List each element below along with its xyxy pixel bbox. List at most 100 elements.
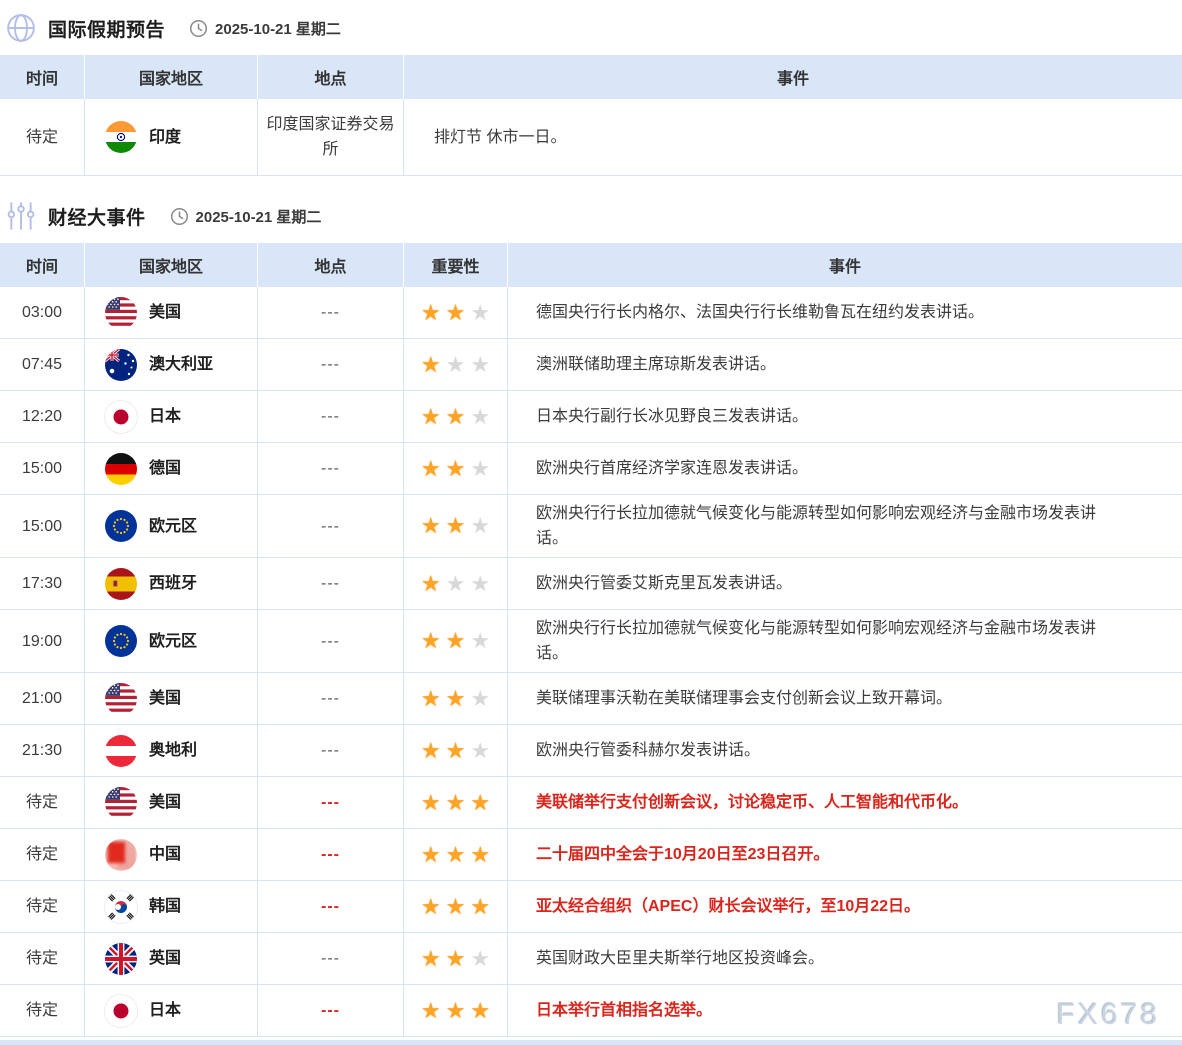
country-name: 中国 bbox=[149, 842, 181, 867]
event-time: 15:00 bbox=[0, 443, 85, 494]
star-empty-icon: ★ bbox=[470, 948, 490, 970]
country-flag-icon bbox=[105, 349, 137, 381]
event-location: --- bbox=[258, 558, 404, 609]
events-table-header: 时间 国家地区 地点 重要性 事件 bbox=[0, 243, 1182, 287]
country-name: 澳大利亚 bbox=[149, 352, 213, 377]
event-row[interactable]: 待定美国---★★★美联储举行支付创新会议，讨论稳定币、人工智能和代币化。 bbox=[0, 777, 1182, 829]
event-country: 美国 bbox=[85, 287, 258, 338]
holiday-row[interactable]: 待定 印度 印度国家证券交易所 排灯节 休市一日。 bbox=[0, 99, 1182, 176]
event-row[interactable]: 待定 中国 ---★★★二十届四中全会于10月20日至23日召开。 bbox=[0, 829, 1182, 881]
event-text: 德国央行行长内格尔、法国央行行长维勒鲁瓦在纽约发表讲话。 bbox=[508, 287, 1182, 338]
country-flag-icon bbox=[105, 683, 137, 715]
event-text: 美联储理事沃勒在美联储理事会支付创新会议上致开幕词。 bbox=[508, 673, 1182, 724]
country-name: 日本 bbox=[149, 404, 181, 429]
star-filled-icon: ★ bbox=[421, 515, 441, 537]
importance-stars: ★★★ bbox=[404, 777, 508, 828]
event-row[interactable]: 21:30奥地利---★★★欧洲央行管委科赫尔发表讲话。 bbox=[0, 725, 1182, 777]
country-flag-icon bbox=[105, 839, 137, 871]
holiday-location: 印度国家证券交易所 bbox=[258, 99, 404, 175]
country-flag-icon bbox=[105, 735, 137, 767]
event-location: --- bbox=[258, 287, 404, 338]
star-filled-icon: ★ bbox=[446, 740, 466, 762]
country-flag-icon bbox=[105, 568, 137, 600]
event-text: 二十届四中全会于10月20日至23日召开。 bbox=[508, 829, 1182, 880]
event-time: 21:30 bbox=[0, 725, 85, 776]
event-time: 待定 bbox=[0, 985, 85, 1036]
event-text: 亚太经合组织（APEC）财长会议举行，至10月22日。 bbox=[508, 881, 1182, 932]
event-time: 07:45 bbox=[0, 339, 85, 390]
event-row[interactable]: 15:00欧元区---★★★欧洲央行行长拉加德就气候变化与能源转型如何影响宏观经… bbox=[0, 495, 1182, 558]
event-time: 待定 bbox=[0, 777, 85, 828]
country-flag-icon bbox=[105, 453, 137, 485]
event-row[interactable]: 待定英国---★★★英国财政大臣里夫斯举行地区投资峰会。 bbox=[0, 933, 1182, 985]
star-filled-icon: ★ bbox=[421, 792, 441, 814]
event-location: --- bbox=[258, 495, 404, 557]
col-event: 事件 bbox=[404, 55, 1182, 99]
star-filled-icon: ★ bbox=[421, 948, 441, 970]
event-location: --- bbox=[258, 829, 404, 880]
importance-stars: ★★★ bbox=[404, 391, 508, 442]
event-country: 美国 bbox=[85, 777, 258, 828]
events-date: 2025-10-21 星期二 bbox=[170, 206, 322, 227]
event-country: 西班牙 bbox=[85, 558, 258, 609]
star-empty-icon: ★ bbox=[470, 354, 490, 376]
event-text: 欧洲央行行长拉加德就气候变化与能源转型如何影响宏观经济与金融市场发表讲话。 bbox=[508, 495, 1182, 557]
star-filled-icon: ★ bbox=[421, 458, 441, 480]
clock-icon bbox=[170, 207, 189, 226]
event-text: 美联储举行支付创新会议，讨论稳定币、人工智能和代币化。 bbox=[508, 777, 1182, 828]
star-filled-icon: ★ bbox=[446, 302, 466, 324]
holiday-event: 排灯节 休市一日。 bbox=[404, 99, 1182, 175]
watermark: FX678 bbox=[1057, 998, 1160, 1032]
events-date-text: 2025-10-21 星期二 bbox=[196, 206, 322, 227]
country-name: 西班牙 bbox=[149, 571, 197, 596]
holiday-table-header: 时间 国家地区 地点 事件 bbox=[0, 55, 1182, 99]
country-flag-icon bbox=[105, 625, 137, 657]
importance-stars: ★★★ bbox=[404, 829, 508, 880]
event-time: 15:00 bbox=[0, 495, 85, 557]
star-empty-icon: ★ bbox=[470, 302, 490, 324]
country-name: 韩国 bbox=[149, 894, 181, 919]
events-section-title: 财经大事件 bbox=[48, 203, 146, 230]
event-location: --- bbox=[258, 725, 404, 776]
event-country: 韩国 bbox=[85, 881, 258, 932]
event-country: 欧元区 bbox=[85, 495, 258, 557]
event-row[interactable]: 21:00美国---★★★美联储理事沃勒在美联储理事会支付创新会议上致开幕词。 bbox=[0, 673, 1182, 725]
star-filled-icon: ★ bbox=[421, 302, 441, 324]
events-table-body: 03:00美国---★★★德国央行行长内格尔、法国央行行长维勒鲁瓦在纽约发表讲话… bbox=[0, 287, 1182, 1037]
country-flag-icon bbox=[105, 401, 137, 433]
event-row[interactable]: 12:20日本---★★★日本央行副行长冰见野良三发表讲话。 bbox=[0, 391, 1182, 443]
event-row[interactable]: 待定韩国---★★★亚太经合组织（APEC）财长会议举行，至10月22日。 bbox=[0, 881, 1182, 933]
event-location: --- bbox=[258, 777, 404, 828]
holiday-time: 待定 bbox=[0, 99, 85, 175]
country-name: 日本 bbox=[149, 998, 181, 1023]
importance-stars: ★★★ bbox=[404, 933, 508, 984]
star-empty-icon: ★ bbox=[470, 740, 490, 762]
col-time: 时间 bbox=[0, 243, 85, 287]
event-country: 澳大利亚 bbox=[85, 339, 258, 390]
col-region: 国家地区 bbox=[85, 55, 258, 99]
event-row[interactable]: 17:30西班牙---★★★欧洲央行管委艾斯克里瓦发表讲话。 bbox=[0, 558, 1182, 610]
clock-icon bbox=[189, 19, 208, 38]
event-country: 日本 bbox=[85, 391, 258, 442]
event-row[interactable]: 15:00德国---★★★欧洲央行首席经济学家连恩发表讲话。 bbox=[0, 443, 1182, 495]
star-filled-icon: ★ bbox=[421, 573, 441, 595]
importance-stars: ★★★ bbox=[404, 495, 508, 557]
star-filled-icon: ★ bbox=[446, 406, 466, 428]
event-location: --- bbox=[258, 985, 404, 1036]
event-location: --- bbox=[258, 391, 404, 442]
event-row[interactable]: 19:00欧元区---★★★欧洲央行行长拉加德就气候变化与能源转型如何影响宏观经… bbox=[0, 610, 1182, 673]
star-empty-icon: ★ bbox=[470, 406, 490, 428]
star-empty-icon: ★ bbox=[470, 688, 490, 710]
event-row[interactable]: 07:45澳大利亚---★★★澳洲联储助理主席琼斯发表讲话。 bbox=[0, 339, 1182, 391]
event-country: 日本 bbox=[85, 985, 258, 1036]
event-text: 欧洲央行管委科赫尔发表讲话。 bbox=[508, 725, 1182, 776]
event-row[interactable]: 03:00美国---★★★德国央行行长内格尔、法国央行行长维勒鲁瓦在纽约发表讲话… bbox=[0, 287, 1182, 339]
event-country: 美国 bbox=[85, 673, 258, 724]
holiday-section-title: 国际假期预告 bbox=[48, 15, 165, 42]
event-row[interactable]: 待定日本---★★★日本举行首相指名选举。 bbox=[0, 985, 1182, 1037]
event-time: 待定 bbox=[0, 829, 85, 880]
events-section-header: 财经大事件 2025-10-21 星期二 bbox=[0, 188, 1182, 243]
event-time: 待定 bbox=[0, 881, 85, 932]
country-flag-icon bbox=[105, 510, 137, 542]
holiday-section-header: 国际假期预告 2025-10-21 星期二 bbox=[0, 0, 1182, 55]
